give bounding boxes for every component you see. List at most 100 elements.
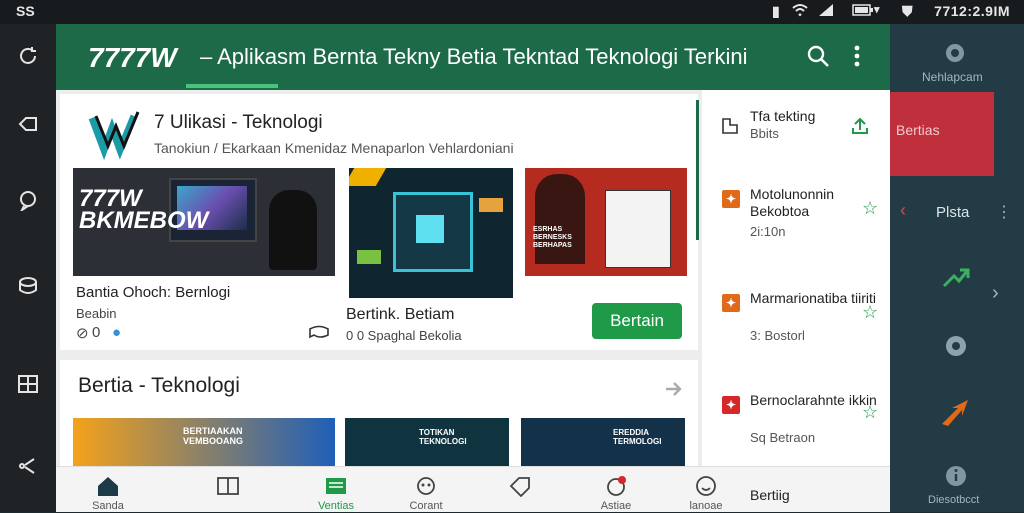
thumb-overlay-text: TOTIKAN TEKNOLOGI [419, 428, 467, 446]
info-icon[interactable] [944, 464, 968, 488]
main-content: 7 Ulikasi - Teknologi Tanokiun / Ekarkaa… [56, 90, 702, 468]
search-icon[interactable] [806, 44, 832, 70]
nav-item-text[interactable]: Bertiig [750, 487, 790, 503]
app-name: 7 Ulikasi - Teknologi [154, 112, 323, 133]
back-arrow-icon[interactable]: ‹ [900, 200, 906, 221]
grid-icon[interactable] [8, 364, 48, 404]
comment-outline-icon[interactable] [308, 323, 330, 341]
list-item[interactable]: ✦ Marmarionatiba tiiriti 3: Bostorl ☆ [702, 290, 890, 350]
refresh-icon[interactable] [8, 36, 48, 76]
nav-label: Corant [409, 500, 443, 512]
red-tab[interactable]: Bertias [890, 92, 994, 176]
scroll-indicator[interactable] [696, 100, 699, 240]
nav-item-book[interactable] [188, 467, 268, 513]
shield-icon: ⛊ [902, 3, 913, 19]
section-thumb-1[interactable]: BERTIAAKAN VEMBOOANG [73, 418, 335, 468]
left-rail [0, 24, 56, 512]
app-header: 7777W – Aplikasm Bernta Tekny Betia Tekn… [56, 24, 890, 90]
comment-icon[interactable]: ● [112, 324, 121, 341]
thumb-overlay-text: EREDDIA TERMOLOGI [613, 428, 662, 446]
thumbnail-overlay-text: 777W BKMEBOW [79, 185, 209, 234]
menu-label: Plsta [936, 204, 970, 221]
list-item[interactable]: ✦ Motolunonnin Bekobtoa 2i:10n ☆ [702, 186, 890, 246]
page-title: – Aplikasm Bernta Tekny Betia Tekntad Te… [200, 44, 748, 69]
signal-icon [819, 4, 833, 16]
app-card: 7 Ulikasi - Teknologi Tanokiun / Ekarkaa… [60, 94, 698, 350]
nav-label: Sanda [92, 500, 124, 512]
nav-item-home[interactable]: Sanda [68, 467, 148, 513]
nav-item-bot[interactable]: Corant [386, 467, 466, 513]
right-panel: Nehlapcam Bertias ‹ Plsta ⋮ › Diesotbcct [890, 24, 1024, 512]
news-icon [326, 478, 346, 494]
right-list: Tfa tekting Bbits ✦ Motolunonnin Bekobto… [702, 90, 890, 468]
like-icon[interactable]: ⊘ [76, 324, 89, 342]
nav-item-smile[interactable]: lanoae [666, 467, 746, 513]
info-label: Diesotbcct [928, 494, 980, 506]
section-thumb-2[interactable]: TOTIKAN TEKNOLOGI [345, 418, 509, 468]
item1-caption[interactable]: Bantia Ohoch: Bernlogi [76, 284, 230, 301]
back-icon[interactable] [8, 104, 48, 144]
item2-caption[interactable]: Bertink. Betiam [346, 306, 454, 324]
nav-label: Ventias [317, 500, 355, 512]
notification-icon [607, 476, 626, 496]
thumbnail-2[interactable] [349, 168, 513, 298]
status-left-text: SS [16, 3, 35, 19]
document-icon [722, 118, 738, 134]
arrow-right-icon[interactable] [664, 380, 684, 398]
person-image [269, 190, 317, 270]
battery-icon [852, 4, 873, 16]
storage-icon[interactable] [8, 266, 48, 306]
section-card: Bertia - Teknologi BERTIAAKAN VEMBOOANG … [60, 360, 698, 468]
tag-icon [509, 477, 530, 497]
thumbnail-3[interactable]: ESRHAS BERNESKS BERHAPAS [525, 168, 687, 276]
section-title: Bertia - Teknologi [78, 374, 240, 397]
star-icon[interactable]: ☆ [862, 302, 878, 323]
more-vert-icon[interactable] [852, 44, 862, 70]
list-item-subtitle: 2i:10n [750, 224, 786, 239]
primary-action-button[interactable]: Bertain [592, 303, 682, 339]
brand-badge-icon: ✦ [722, 396, 740, 414]
list-item-subtitle: Sq Betraon [750, 430, 816, 445]
brand-badge-icon: ✦ [722, 294, 740, 312]
phone-screen-image [605, 190, 671, 268]
more-vert-icon[interactable]: ⋮ [996, 202, 1012, 222]
dropdown-icon[interactable]: ▾ [874, 3, 880, 16]
list-item[interactable]: ✦ Bernoclarahnte ikkin Sq Betraon ☆ [702, 392, 890, 452]
list-item[interactable]: Tfa tekting Bbits [702, 108, 890, 168]
nav-item-notification[interactable]: Astiae [576, 467, 656, 513]
nav-item-news[interactable]: Ventias [296, 467, 376, 513]
bot-icon [417, 477, 435, 495]
star-icon[interactable]: ☆ [862, 402, 878, 423]
thumbnail-1[interactable]: 777W BKMEBOW [73, 168, 335, 276]
nav-label: lanoae [689, 500, 723, 512]
nav-label: Astiae [600, 500, 632, 512]
settings-icon[interactable] [942, 40, 968, 66]
wifi-icon [792, 4, 808, 17]
chat-icon[interactable] [8, 180, 48, 220]
chip-image [393, 192, 473, 272]
status-bar: SS ▮ ▾ ⛊ 7712:2.9IM [0, 0, 1024, 24]
smile-icon [696, 476, 716, 496]
app-logo[interactable] [88, 106, 142, 161]
nav-item-tag[interactable] [480, 467, 560, 513]
app-subtitle: Tanokiun / Ekarkaan Kmenidaz Menaparlon … [154, 140, 514, 156]
home-icon [98, 477, 118, 496]
hero-image [535, 174, 585, 264]
logo[interactable]: 7777W [88, 42, 177, 74]
item1-author: Beabin [76, 306, 117, 321]
vibrate-icon: ▮ [772, 3, 780, 19]
gear-icon[interactable] [942, 332, 970, 360]
red-tab-label: Bertias [896, 122, 940, 138]
status-time: 7712:2.9IM [934, 3, 1010, 19]
section-thumb-3[interactable]: EREDDIA TERMOLOGI [521, 418, 685, 468]
arrow-orange-icon[interactable] [940, 398, 972, 428]
bottom-nav: Sanda Ventias Corant Astiae lanoae Berti… [56, 466, 890, 512]
settings-label: Nehlapcam [922, 70, 983, 84]
trend-arrow-icon[interactable] [942, 266, 970, 290]
chevron-right-icon[interactable]: › [992, 282, 999, 305]
share-icon[interactable] [8, 446, 48, 486]
tab-indicator [186, 84, 278, 88]
share-icon[interactable] [850, 116, 870, 136]
list-item-subtitle: 3: Bostorl [750, 328, 805, 343]
star-icon[interactable]: ☆ [862, 198, 878, 219]
